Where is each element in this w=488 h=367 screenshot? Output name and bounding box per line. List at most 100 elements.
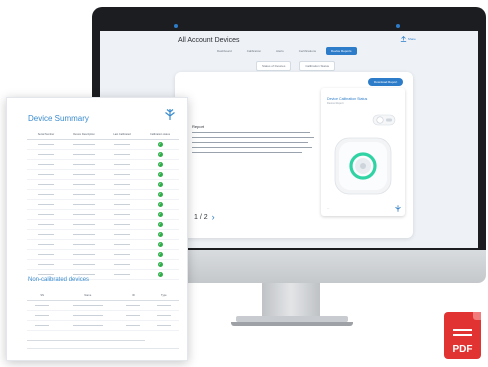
table-cell: [103, 183, 141, 186]
table-row: [27, 321, 179, 331]
report-document: Device Summary Serial Number Device Desc…: [6, 97, 188, 361]
table-cell: [27, 183, 65, 186]
tab-dashboard[interactable]: Dashboard: [212, 47, 237, 55]
table-cell: [103, 203, 141, 206]
column-header: Device Description: [73, 133, 95, 136]
text-line: [27, 340, 145, 341]
share-label: Share: [407, 36, 416, 41]
monitor-stand: [262, 283, 320, 317]
report-title: Device Summary: [28, 114, 89, 123]
section-title: Non-calibrated devices: [28, 277, 90, 283]
non-calibrated-table: SN Name ID Type: [27, 291, 179, 331]
column-header: Type: [161, 294, 167, 297]
table-row: ✓: [27, 170, 179, 180]
status-cell: ✓: [141, 212, 179, 217]
brand-logo-icon: [165, 109, 175, 120]
status-cell: ✓: [141, 172, 179, 177]
report-card: Download Report Report 1 / 2 › Device Ca…: [175, 72, 413, 238]
check-icon: ✓: [157, 232, 163, 237]
check-icon: ✓: [157, 252, 163, 257]
table-cell: [65, 143, 103, 146]
table-row: [27, 311, 179, 321]
account-icon[interactable]: [396, 24, 400, 28]
table-cell: [149, 314, 179, 317]
table-cell: [118, 314, 148, 317]
check-icon: ✓: [157, 192, 163, 197]
table-cell: [27, 243, 65, 246]
page-indicator: 1 / 2: [194, 213, 208, 221]
next-page-icon[interactable]: ›: [212, 212, 215, 222]
table-cell: [27, 173, 65, 176]
column-header: SN: [40, 294, 44, 297]
check-icon: ✓: [157, 182, 163, 187]
tab-certifications[interactable]: Certifications: [294, 47, 321, 55]
status-cell: ✓: [141, 202, 179, 207]
preview-subtitle: Device Report: [327, 102, 344, 105]
table-cell: [103, 223, 141, 226]
pdf-label: PDF: [452, 344, 473, 355]
page-title: All Account Devices: [178, 37, 240, 44]
table-row: ✓: [27, 200, 179, 210]
table-cell: [103, 263, 141, 266]
table-row: ✓: [27, 250, 179, 260]
column-header: Calibration status: [149, 133, 171, 136]
table-row: ✓: [27, 140, 179, 150]
tab-alerts[interactable]: Alerts: [271, 47, 289, 55]
brand-logo-icon: [395, 205, 401, 212]
table-cell: [27, 143, 65, 146]
table-cell: [27, 213, 65, 216]
text-line: [192, 147, 312, 148]
table-cell: [65, 233, 103, 236]
status-cell: ✓: [141, 262, 179, 267]
table-cell: [57, 314, 118, 317]
report-preview[interactable]: Device Calibration Status Device Report …: [321, 88, 405, 216]
download-report-button[interactable]: Download Report: [368, 78, 404, 86]
tab-calibration[interactable]: Calibration: [242, 47, 266, 55]
report-footer: [27, 348, 179, 349]
table-cell: [27, 263, 65, 266]
app-logo-icon: [174, 24, 178, 28]
check-icon: ✓: [157, 152, 163, 157]
table-cell: [103, 213, 141, 216]
status-cell: ✓: [141, 192, 179, 197]
table-row: ✓: [27, 230, 179, 240]
table-cell: [65, 213, 103, 216]
divider: [27, 348, 179, 349]
check-icon: ✓: [157, 262, 163, 267]
report-subtabs: Status of Devices Calibration Status: [256, 61, 336, 71]
table-cell: [118, 304, 148, 307]
check-icon: ✓: [157, 172, 163, 177]
card-heading: Report: [192, 124, 205, 129]
table-cell: [103, 153, 141, 156]
subtab-calibration[interactable]: Calibration Status: [299, 61, 336, 71]
table-cell: [65, 183, 103, 186]
table-cell: [65, 263, 103, 266]
table-cell: [65, 203, 103, 206]
table-header: SN Name ID Type: [27, 291, 179, 301]
text-line: [192, 142, 308, 143]
status-cell: ✓: [141, 222, 179, 227]
check-icon: ✓: [157, 212, 163, 217]
table-cell: [103, 143, 141, 146]
table-cell: [65, 223, 103, 226]
subtab-status[interactable]: Status of Devices: [256, 61, 292, 71]
column-header: Name: [84, 294, 92, 297]
table-cell: [57, 324, 118, 327]
table-row: ✓: [27, 150, 179, 160]
table-cell: [103, 193, 141, 196]
share-icon: [400, 36, 407, 42]
report-footnote: [27, 340, 145, 341]
check-icon: ✓: [157, 272, 163, 277]
share-button[interactable]: Share: [400, 36, 416, 42]
tab-device-reports[interactable]: Device Reports: [326, 47, 357, 55]
column-header: Serial Number: [37, 133, 55, 136]
table-cell: [65, 153, 103, 156]
app-topbar: [100, 20, 478, 31]
device-image: [334, 137, 392, 195]
table-row: ✓: [27, 210, 179, 220]
table-cell: [27, 153, 65, 156]
table-cell: [65, 273, 103, 276]
check-icon: ✓: [157, 222, 163, 227]
status-cell: ✓: [141, 152, 179, 157]
table-cell: [27, 223, 65, 226]
